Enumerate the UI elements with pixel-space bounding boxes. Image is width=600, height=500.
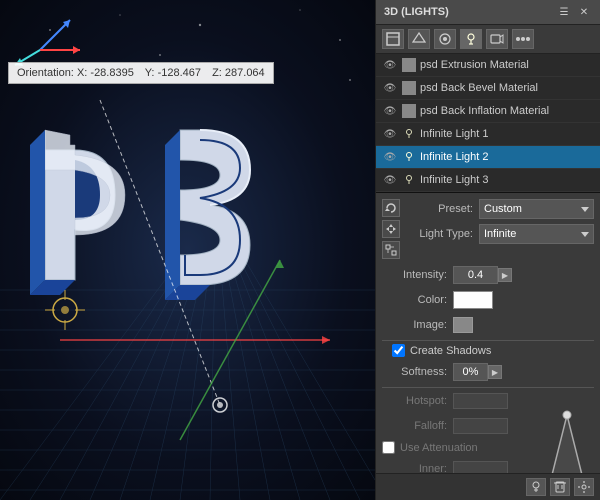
item-thumbnail	[402, 104, 416, 118]
header-icons: ☰ ✕	[556, 4, 592, 20]
intensity-input[interactable]	[453, 266, 498, 284]
falloff-input	[453, 418, 508, 434]
eye-icon[interactable]: 👁	[382, 103, 398, 119]
light-cone-illustration	[542, 410, 592, 473]
preset-label: Preset:	[408, 203, 473, 215]
z-value: 287.064	[225, 67, 265, 79]
color-row: Color:	[382, 290, 594, 310]
tab-scene[interactable]	[382, 29, 404, 49]
color-label: Color:	[382, 294, 447, 306]
preset-value: Custom	[484, 203, 579, 215]
list-item[interactable]: 👁 psd Back Inflation Material	[376, 100, 600, 123]
preset-dropdown[interactable]: Custom	[479, 199, 594, 219]
hotspot-input	[453, 393, 508, 409]
eye-icon[interactable]: 👁	[382, 57, 398, 73]
tab-extra[interactable]	[512, 29, 534, 49]
intensity-row: Intensity: ▶	[382, 265, 594, 285]
create-shadows-row: Create Shadows	[382, 344, 594, 357]
eye-icon[interactable]: 👁	[382, 149, 398, 165]
softness-input[interactable]	[453, 363, 488, 381]
tab-mesh[interactable]	[408, 29, 430, 49]
attenuation-checkbox[interactable]	[382, 441, 395, 454]
y-value: -128.467	[158, 67, 201, 79]
falloff-row: Falloff:	[382, 416, 535, 436]
orientation-label: Orientation:	[17, 67, 74, 79]
inner-input	[453, 461, 508, 473]
softness-row: Softness: ▶	[382, 362, 594, 382]
right-panel: 3D (LIGHTS) ☰ ✕	[375, 0, 600, 500]
light-type-row: Light Type: Infinite	[408, 224, 594, 244]
divider2	[382, 387, 594, 388]
dropdown-arrow-icon	[581, 207, 589, 212]
x-label: X:	[77, 67, 87, 79]
intensity-label: Intensity:	[382, 269, 447, 281]
use-attenuation-row: Use Attenuation	[382, 441, 535, 454]
hotspot-label: Hotspot:	[382, 395, 447, 407]
panel-title: 3D (LIGHTS)	[384, 6, 449, 18]
light-type-value: Infinite	[484, 228, 579, 240]
dropdown-arrow-icon	[581, 232, 589, 237]
eye-icon[interactable]: 👁	[382, 126, 398, 142]
y-label: Y:	[145, 67, 155, 79]
light-type-icon	[402, 127, 416, 141]
light-type-dropdown[interactable]: Infinite	[479, 224, 594, 244]
eye-icon[interactable]: 👁	[382, 80, 398, 96]
color-swatch[interactable]	[453, 291, 493, 309]
list-item[interactable]: 👁 Infinite Light 1	[376, 123, 600, 146]
item-label: Infinite Light 1	[420, 128, 594, 140]
item-label: psd Back Bevel Material	[420, 82, 594, 94]
intensity-slider-btn[interactable]: ▶	[498, 268, 512, 282]
move-tool[interactable]	[382, 220, 400, 238]
item-label: Infinite Light 2	[420, 151, 594, 163]
x-value: -28.8395	[90, 67, 133, 79]
delete-light-btn[interactable]	[550, 478, 570, 496]
eye-icon[interactable]: 👁	[382, 172, 398, 188]
tab-icons-row	[376, 25, 600, 54]
lights-list: 👁 psd Extrusion Material 👁 psd Back Beve…	[376, 54, 600, 193]
properties-section: Preset: Custom Light Type: Infinite	[376, 193, 600, 473]
attenuation-label[interactable]: Use Attenuation	[400, 442, 478, 454]
tab-lights[interactable]	[460, 29, 482, 49]
close-panel-icon[interactable]: ✕	[576, 4, 592, 20]
divider	[382, 340, 594, 341]
viewport: Orientation: X: -28.8395 Y: -128.467 Z: …	[0, 0, 375, 500]
light-type-icon	[402, 150, 416, 164]
list-item[interactable]: 👁 Infinite Light 3	[376, 169, 600, 192]
item-label: psd Extrusion Material	[420, 59, 594, 71]
falloff-label: Falloff:	[382, 420, 447, 432]
list-item-selected[interactable]: 👁 Infinite Light 2	[376, 146, 600, 169]
image-swatch[interactable]	[453, 317, 473, 333]
hotspot-row: Hotspot:	[382, 391, 535, 411]
list-item[interactable]: 👁 psd Extrusion Material	[376, 54, 600, 77]
tab-camera[interactable]	[486, 29, 508, 49]
inner-row: Inner:	[382, 459, 535, 473]
light-type-label: Light Type:	[408, 228, 473, 240]
create-shadows-label[interactable]: Create Shadows	[410, 345, 491, 357]
item-label: psd Back Inflation Material	[420, 105, 594, 117]
item-label: Infinite Light 3	[420, 174, 594, 186]
orientation-overlay: Orientation: X: -28.8395 Y: -128.467 Z: …	[8, 62, 274, 84]
rotate-tool[interactable]	[382, 199, 400, 217]
bottom-panel-icons	[376, 473, 600, 500]
z-label: Z:	[212, 67, 222, 79]
inner-label: Inner:	[382, 463, 447, 473]
scale-tool[interactable]	[382, 241, 400, 259]
item-thumbnail	[402, 81, 416, 95]
create-shadows-checkbox[interactable]	[392, 344, 405, 357]
add-light-btn[interactable]	[526, 478, 546, 496]
image-label: Image:	[382, 319, 447, 331]
light-type-icon	[402, 173, 416, 187]
settings-btn[interactable]	[574, 478, 594, 496]
tab-material[interactable]	[434, 29, 456, 49]
menu-icon[interactable]: ☰	[556, 4, 572, 20]
softness-slider-btn[interactable]: ▶	[488, 365, 502, 379]
softness-label: Softness:	[382, 366, 447, 378]
item-thumbnail	[402, 58, 416, 72]
image-row: Image:	[382, 315, 594, 335]
list-item[interactable]: 👁 psd Back Bevel Material	[376, 77, 600, 100]
panel-header: 3D (LIGHTS) ☰ ✕	[376, 0, 600, 25]
preset-row: Preset: Custom	[408, 199, 594, 219]
